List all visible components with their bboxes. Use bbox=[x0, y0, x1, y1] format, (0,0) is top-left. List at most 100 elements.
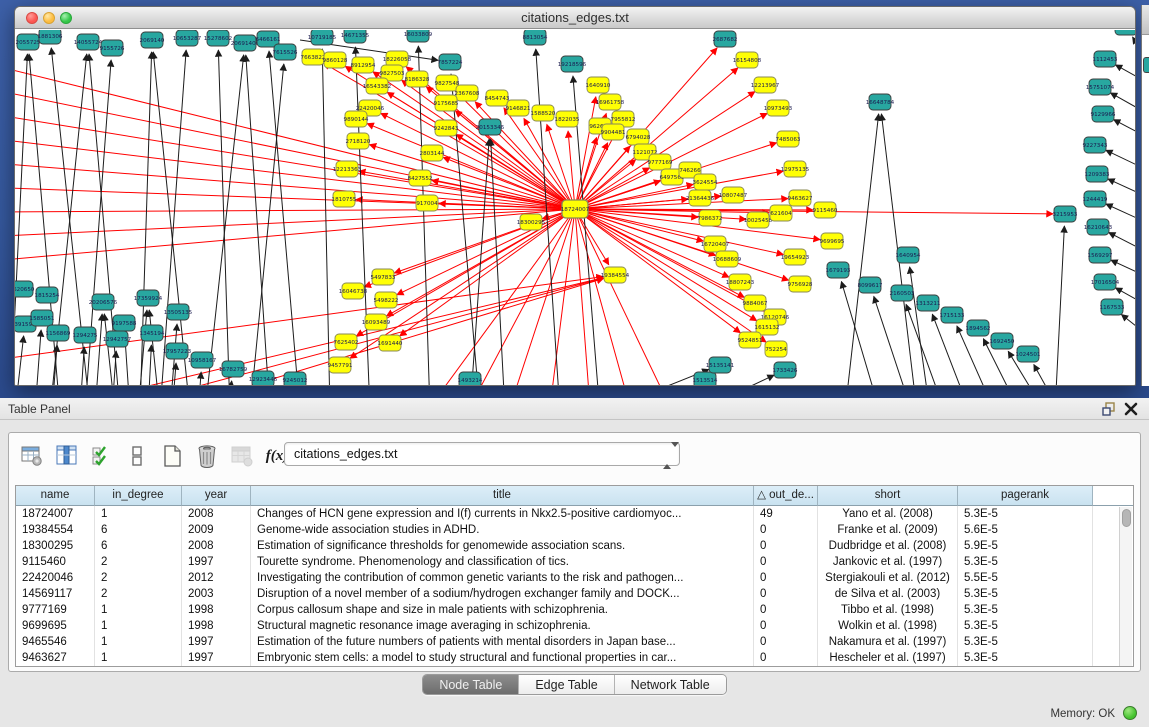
select-column-icon[interactable] bbox=[54, 443, 80, 469]
cell-title[interactable]: Disruption of a novel member of a sodium… bbox=[251, 586, 754, 602]
cell-in_degree[interactable]: 1 bbox=[95, 618, 182, 634]
row-height-icon[interactable] bbox=[124, 443, 150, 469]
graph-node[interactable]: 15135141 bbox=[706, 357, 735, 373]
graph-node[interactable]: 1294275 bbox=[73, 327, 98, 343]
cell-pagerank[interactable]: 5.3E-5 bbox=[958, 586, 1093, 602]
graph-node[interactable]: 9155726 bbox=[100, 40, 125, 56]
cell-pagerank[interactable]: 5.3E-5 bbox=[958, 602, 1093, 618]
table-row[interactable]: 946362711997Embryonic stem cells: a mode… bbox=[16, 650, 1133, 666]
graph-node[interactable]: 16720407 bbox=[701, 236, 730, 252]
cell-in_degree[interactable]: 2 bbox=[95, 554, 182, 570]
network-window[interactable]: citations_edges.txt 20557251881306140557… bbox=[14, 6, 1136, 386]
tab-node-table[interactable]: Node Table bbox=[423, 675, 519, 694]
graph-node[interactable]: 1156869 bbox=[46, 325, 71, 341]
column-header-name[interactable]: name bbox=[16, 486, 95, 506]
memory-status-icon[interactable] bbox=[1123, 706, 1137, 720]
graph-node[interactable]: 20206576 bbox=[89, 294, 118, 310]
graph-node[interactable]: 1810755 bbox=[332, 191, 357, 207]
cell-in_degree[interactable]: 1 bbox=[95, 650, 182, 666]
graph-node[interactable]: 9197588 bbox=[112, 315, 137, 331]
graph-node[interactable]: 6794028 bbox=[626, 129, 651, 145]
cell-short[interactable]: Nakamura et al. (1997) bbox=[818, 634, 958, 650]
table-scrollbar-thumb[interactable] bbox=[1122, 509, 1131, 527]
graph-node[interactable]: 16093489 bbox=[362, 314, 391, 330]
cell-year[interactable]: 2012 bbox=[182, 570, 251, 586]
graph-node[interactable]: 1493214 bbox=[458, 372, 483, 386]
graph-node[interactable]: 2069140 bbox=[140, 32, 165, 48]
graph-node[interactable]: 2620650 bbox=[15, 281, 35, 297]
graph-node[interactable]: 14055724 bbox=[74, 34, 103, 50]
graph-node[interactable]: 9860128 bbox=[323, 52, 348, 68]
graph-node[interactable]: 1640910 bbox=[586, 77, 611, 93]
graph-node[interactable]: 10958167 bbox=[188, 352, 217, 368]
graph-node[interactable]: 12213363 bbox=[333, 161, 362, 177]
graph-node[interactable]: 1244419 bbox=[1083, 191, 1108, 207]
graph-node[interactable]: 7625402 bbox=[334, 334, 359, 350]
graph-node[interactable]: 5497833 bbox=[371, 269, 396, 285]
cell-out_de[interactable]: 49 bbox=[754, 506, 818, 522]
graph-node[interactable]: 1585051 bbox=[30, 310, 55, 326]
cell-out_de[interactable]: 0 bbox=[754, 554, 818, 570]
graph-node[interactable]: 15278602 bbox=[204, 30, 232, 46]
graph-node[interactable]: 9227343 bbox=[1083, 137, 1108, 153]
table-row[interactable]: 1456911722003Disruption of a novel membe… bbox=[16, 586, 1133, 602]
graph-node[interactable]: 9463627 bbox=[788, 190, 813, 206]
graph-node[interactable]: 1692450 bbox=[990, 333, 1015, 349]
cell-title[interactable]: Embryonic stem cells: a model to study s… bbox=[251, 650, 754, 666]
graph-node[interactable]: 1167533 bbox=[1100, 299, 1125, 315]
cell-in_degree[interactable]: 6 bbox=[95, 522, 182, 538]
graph-node[interactable]: 1815254 bbox=[35, 287, 60, 303]
network-canvas[interactable]: 2055725188130614055724915572620691401065… bbox=[15, 30, 1135, 386]
cell-out_de[interactable]: 0 bbox=[754, 522, 818, 538]
graph-node[interactable]: 1679193 bbox=[826, 262, 851, 278]
network-window-titlebar[interactable]: citations_edges.txt bbox=[15, 7, 1135, 29]
cell-name[interactable]: 19384554 bbox=[16, 522, 95, 538]
table-row[interactable]: 969969511998Structural magnetic resonanc… bbox=[16, 618, 1133, 634]
graph-node[interactable]: 3624554 bbox=[693, 174, 718, 190]
graph-node[interactable]: 2367608 bbox=[455, 85, 480, 101]
graph-node[interactable]: 14671355 bbox=[341, 30, 370, 43]
tab-edge-table[interactable]: Edge Table bbox=[519, 675, 614, 694]
cell-name[interactable]: 9777169 bbox=[16, 602, 95, 618]
graph-node[interactable]: 1715133 bbox=[940, 307, 965, 323]
graph-node[interactable]: 1513514 bbox=[693, 372, 718, 386]
graph-node[interactable]: 2160503 bbox=[890, 285, 915, 301]
cell-out_de[interactable]: 0 bbox=[754, 618, 818, 634]
cell-title[interactable]: Changes of HCN gene expression and I(f) … bbox=[251, 506, 754, 522]
graph-node[interactable]: 8099617 bbox=[858, 277, 883, 293]
graph-node[interactable]: 10025458 bbox=[744, 212, 773, 228]
cell-name[interactable]: 18300295 bbox=[16, 538, 95, 554]
graph-node[interactable]: 9884067 bbox=[743, 295, 768, 311]
table-network-select[interactable]: citations_edges.txt bbox=[284, 442, 680, 466]
column-header-short[interactable]: short bbox=[818, 486, 958, 506]
cell-pagerank[interactable]: 5.3E-5 bbox=[958, 554, 1093, 570]
cell-name[interactable]: 9465546 bbox=[16, 634, 95, 650]
graph-node[interactable]: 1691440 bbox=[378, 335, 403, 351]
graph-node[interactable]: 9245012 bbox=[283, 372, 308, 386]
network-graph[interactable]: 2055725188130614055724915572620691401065… bbox=[15, 30, 1135, 386]
cell-short[interactable]: Wolkin et al. (1998) bbox=[818, 618, 958, 634]
graph-node[interactable]: 2718120 bbox=[346, 133, 371, 149]
graph-node[interactable]: 17359924 bbox=[134, 290, 163, 306]
column-header-out_de[interactable]: △ out_de... bbox=[754, 486, 818, 506]
graph-node[interactable]: 9699695 bbox=[820, 233, 845, 249]
graph-node[interactable]: 9524851 bbox=[738, 332, 763, 348]
graph-node[interactable]: 7986372 bbox=[698, 210, 723, 226]
cell-out_de[interactable]: 0 bbox=[754, 650, 818, 666]
cell-title[interactable]: Genome-wide association studies in ADHD. bbox=[251, 522, 754, 538]
graph-node[interactable]: 9146821 bbox=[506, 100, 531, 116]
cell-title[interactable]: Estimation of the future numbers of pati… bbox=[251, 634, 754, 650]
cell-pagerank[interactable]: 5.3E-5 bbox=[958, 618, 1093, 634]
graph-node[interactable]: 9890144 bbox=[344, 111, 369, 127]
graph-node[interactable]: 1841304 bbox=[1114, 30, 1135, 35]
cell-name[interactable]: 22420046 bbox=[16, 570, 95, 586]
graph-node[interactable]: 18807243 bbox=[726, 274, 755, 290]
graph-node[interactable]: 19218596 bbox=[558, 56, 587, 72]
graph-node[interactable]: 7485063 bbox=[776, 131, 801, 147]
column-header-title[interactable]: title bbox=[251, 486, 754, 506]
graph-node[interactable]: 9457791 bbox=[328, 357, 353, 373]
table-row[interactable]: 1872400712008Changes of HCN gene express… bbox=[16, 506, 1133, 522]
cell-name[interactable]: 18724007 bbox=[16, 506, 95, 522]
graph-node[interactable]: 9756928 bbox=[788, 276, 813, 292]
table-row[interactable]: 911546021997Tourette syndrome. Phenomeno… bbox=[16, 554, 1133, 570]
